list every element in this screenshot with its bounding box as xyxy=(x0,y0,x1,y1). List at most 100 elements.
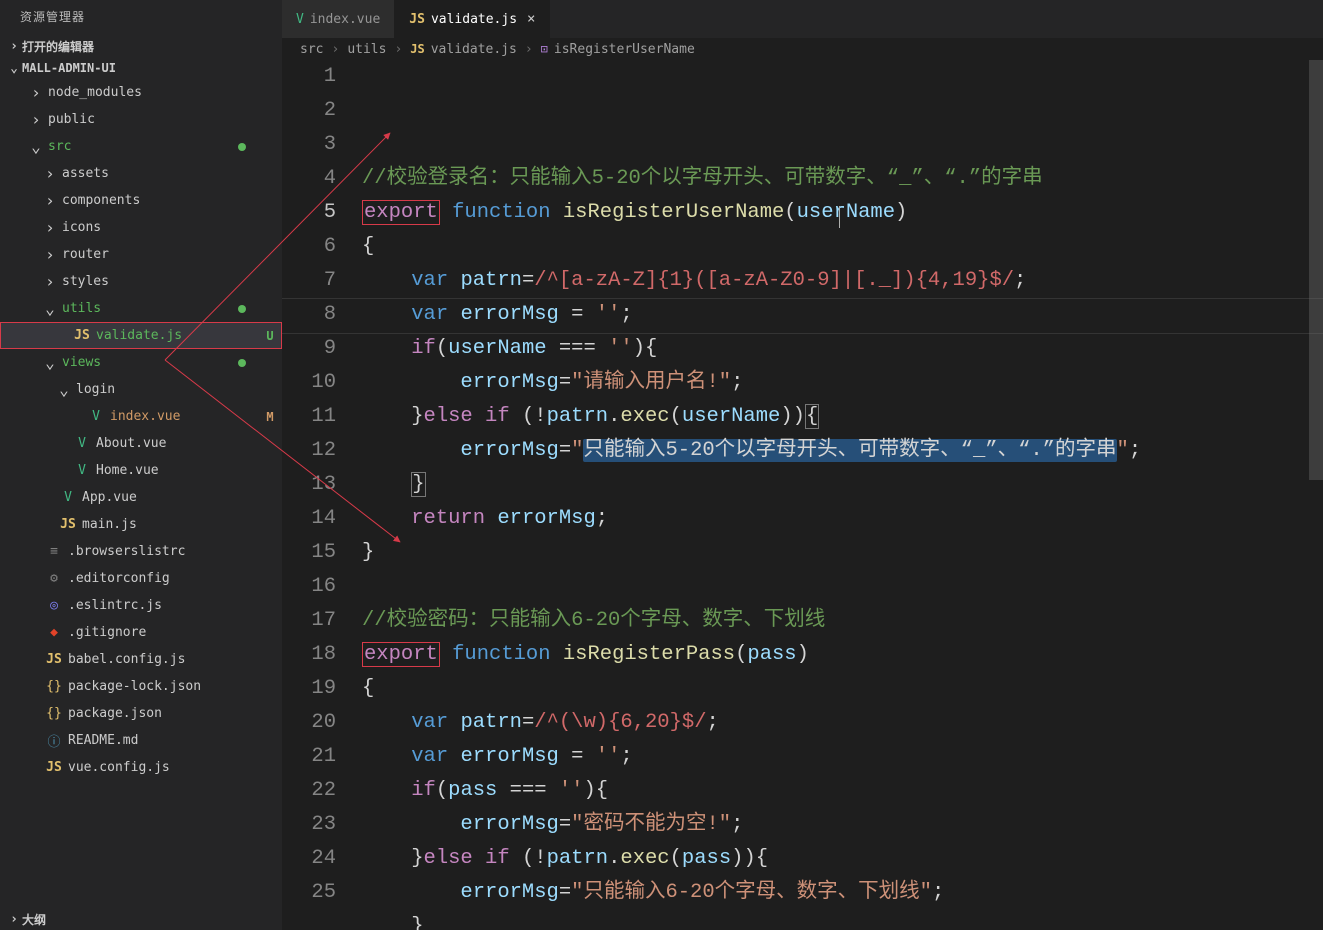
tree-file[interactable]: JSmain.js xyxy=(0,511,282,538)
code-line[interactable]: var patrn=/^(\w){6,20}$/; xyxy=(362,706,1323,740)
breadcrumb-part[interactable]: utils xyxy=(347,42,386,57)
code-line[interactable]: //校验密码：只能输入6-20个字母、数字、下划线 xyxy=(362,604,1323,638)
code-line[interactable]: errorMsg="只能输入5-20个以字母开头、可带数字、“_”、“.”的字串… xyxy=(362,434,1323,468)
code-line[interactable]: errorMsg="密码不能为空!"; xyxy=(362,808,1323,842)
editor-tab[interactable]: Vindex.vue xyxy=(282,0,395,38)
line-number: 15 xyxy=(282,536,336,570)
tree-file[interactable]: {}package.json xyxy=(0,700,282,727)
file-type-icon: JS xyxy=(44,652,64,667)
code-line[interactable]: errorMsg="只能输入6-20个字母、数字、下划线"; xyxy=(362,876,1323,910)
section-open-editors-label: 打开的编辑器 xyxy=(22,38,94,55)
tree-file[interactable]: JSvalidate.jsU xyxy=(0,322,282,349)
code-line[interactable]: errorMsg="请输入用户名!"; xyxy=(362,366,1323,400)
breadcrumb-symbol[interactable]: isRegisterUserName xyxy=(554,42,695,57)
tree-item-label: About.vue xyxy=(92,436,282,451)
line-number: 25 xyxy=(282,876,336,910)
tree-file[interactable]: ⚙.editorconfig xyxy=(0,565,282,592)
tree-folder[interactable]: ›router xyxy=(0,241,282,268)
chevron-right-icon: › xyxy=(42,164,58,183)
scrollbar-thumb[interactable] xyxy=(1309,60,1323,480)
chevron-right-icon: › xyxy=(28,83,44,102)
code-line[interactable]: var errorMsg = ''; xyxy=(362,740,1323,774)
tree-folder[interactable]: ›node_modules xyxy=(0,79,282,106)
code-line[interactable]: } xyxy=(362,536,1323,570)
line-number: 11 xyxy=(282,400,336,434)
code-line[interactable]: } xyxy=(362,910,1323,930)
code-line[interactable]: return errorMsg; xyxy=(362,502,1323,536)
editor-tabs: Vindex.vueJSvalidate.js× xyxy=(282,0,1323,38)
code-line[interactable]: } xyxy=(362,468,1323,502)
tree-folder[interactable]: ›components xyxy=(0,187,282,214)
tree-file[interactable]: VAbout.vue xyxy=(0,430,282,457)
file-type-icon: JS xyxy=(409,12,425,27)
tree-file[interactable]: ◎.eslintrc.js xyxy=(0,592,282,619)
line-number: 4 xyxy=(282,162,336,196)
line-number: 21 xyxy=(282,740,336,774)
code-line[interactable]: var errorMsg = ''; xyxy=(362,298,1323,332)
tree-folder[interactable]: ⌄login xyxy=(0,376,282,403)
breadcrumb-file[interactable]: validate.js xyxy=(431,42,517,57)
line-number: 13 xyxy=(282,468,336,502)
line-number: 6 xyxy=(282,230,336,264)
code-line[interactable]: if(pass === ''){ xyxy=(362,774,1323,808)
code-editor[interactable]: 1234567891011121314151617181920212223242… xyxy=(282,60,1323,930)
code-line[interactable]: }else if (!patrn.exec(userName)){ xyxy=(362,400,1323,434)
section-outline[interactable]: › 大纲 xyxy=(0,908,282,930)
code-line[interactable]: //校验登录名：只能输入5-20个以字母开头、可带数字、“_”、“.”的字串 xyxy=(362,162,1323,196)
tree-folder[interactable]: ⌄src xyxy=(0,133,282,160)
code-line[interactable]: }else if (!patrn.exec(pass)){ xyxy=(362,842,1323,876)
tree-file[interactable]: VApp.vue xyxy=(0,484,282,511)
tree-folder[interactable]: ⌄utils xyxy=(0,295,282,322)
tree-item-label: utils xyxy=(58,301,282,316)
line-number: 5 xyxy=(282,196,336,230)
code-line[interactable]: var patrn=/^[a-zA-Z]{1}([a-zA-Z0-9]|[._]… xyxy=(362,264,1323,298)
tree-item-label: .editorconfig xyxy=(64,571,282,586)
chevron-right-icon: › xyxy=(42,245,58,264)
tree-folder[interactable]: ⌄views xyxy=(0,349,282,376)
file-tree[interactable]: ›node_modules›public⌄src›assets›componen… xyxy=(0,79,282,908)
tree-folder[interactable]: ›assets xyxy=(0,160,282,187)
code-line[interactable]: export function isRegisterUserName(userN… xyxy=(362,196,1323,230)
tree-folder[interactable]: ›icons xyxy=(0,214,282,241)
tree-file[interactable]: ≡.browserslistrc xyxy=(0,538,282,565)
code-line[interactable]: { xyxy=(362,672,1323,706)
close-icon[interactable]: × xyxy=(527,11,535,27)
tree-file[interactable]: VHome.vue xyxy=(0,457,282,484)
tree-item-label: styles xyxy=(58,274,282,289)
scrollbar-vertical[interactable] xyxy=(1309,60,1323,930)
tree-file[interactable]: ◆.gitignore xyxy=(0,619,282,646)
tree-item-label: .gitignore xyxy=(64,625,282,640)
code-line[interactable] xyxy=(362,570,1323,604)
code-line[interactable]: if(userName === ''){ xyxy=(362,332,1323,366)
line-number: 7 xyxy=(282,264,336,298)
code-line[interactable]: { xyxy=(362,230,1323,264)
breadcrumb[interactable]: src › utils › JS validate.js › ⊡ isRegis… xyxy=(282,38,1323,60)
breadcrumb-part[interactable]: src xyxy=(300,42,323,57)
chevron-right-icon: › xyxy=(327,42,343,57)
code-content[interactable]: //校验登录名：只能输入5-20个以字母开头、可带数字、“_”、“.”的字串ex… xyxy=(362,60,1323,930)
code-line[interactable]: export function isRegisterPass(pass) xyxy=(362,638,1323,672)
tree-file[interactable]: ⓘREADME.md xyxy=(0,727,282,754)
line-number: 20 xyxy=(282,706,336,740)
editor-tab[interactable]: JSvalidate.js× xyxy=(395,0,550,38)
line-number: 1 xyxy=(282,60,336,94)
chevron-right-icon: › xyxy=(6,912,22,927)
chevron-down-icon: ⌄ xyxy=(56,380,72,399)
text-cursor xyxy=(839,206,840,228)
tree-file[interactable]: JSvue.config.js xyxy=(0,754,282,781)
line-number: 9 xyxy=(282,332,336,366)
file-type-icon: V xyxy=(86,409,106,424)
tree-item-label: vue.config.js xyxy=(64,760,282,775)
tree-folder[interactable]: ›styles xyxy=(0,268,282,295)
tree-item-label: views xyxy=(58,355,282,370)
tree-file[interactable]: {}package-lock.json xyxy=(0,673,282,700)
tree-file[interactable]: Vindex.vueM xyxy=(0,403,282,430)
chevron-right-icon: › xyxy=(42,272,58,291)
section-open-editors[interactable]: › 打开的编辑器 xyxy=(0,35,282,57)
tree-folder[interactable]: ›public xyxy=(0,106,282,133)
tree-item-label: public xyxy=(44,112,282,127)
main-area: Vindex.vueJSvalidate.js× src › utils › J… xyxy=(282,0,1323,930)
tree-file[interactable]: JSbabel.config.js xyxy=(0,646,282,673)
section-project[interactable]: ⌄ MALL-ADMIN-UI xyxy=(0,57,282,79)
tree-item-label: .browserslistrc xyxy=(64,544,282,559)
